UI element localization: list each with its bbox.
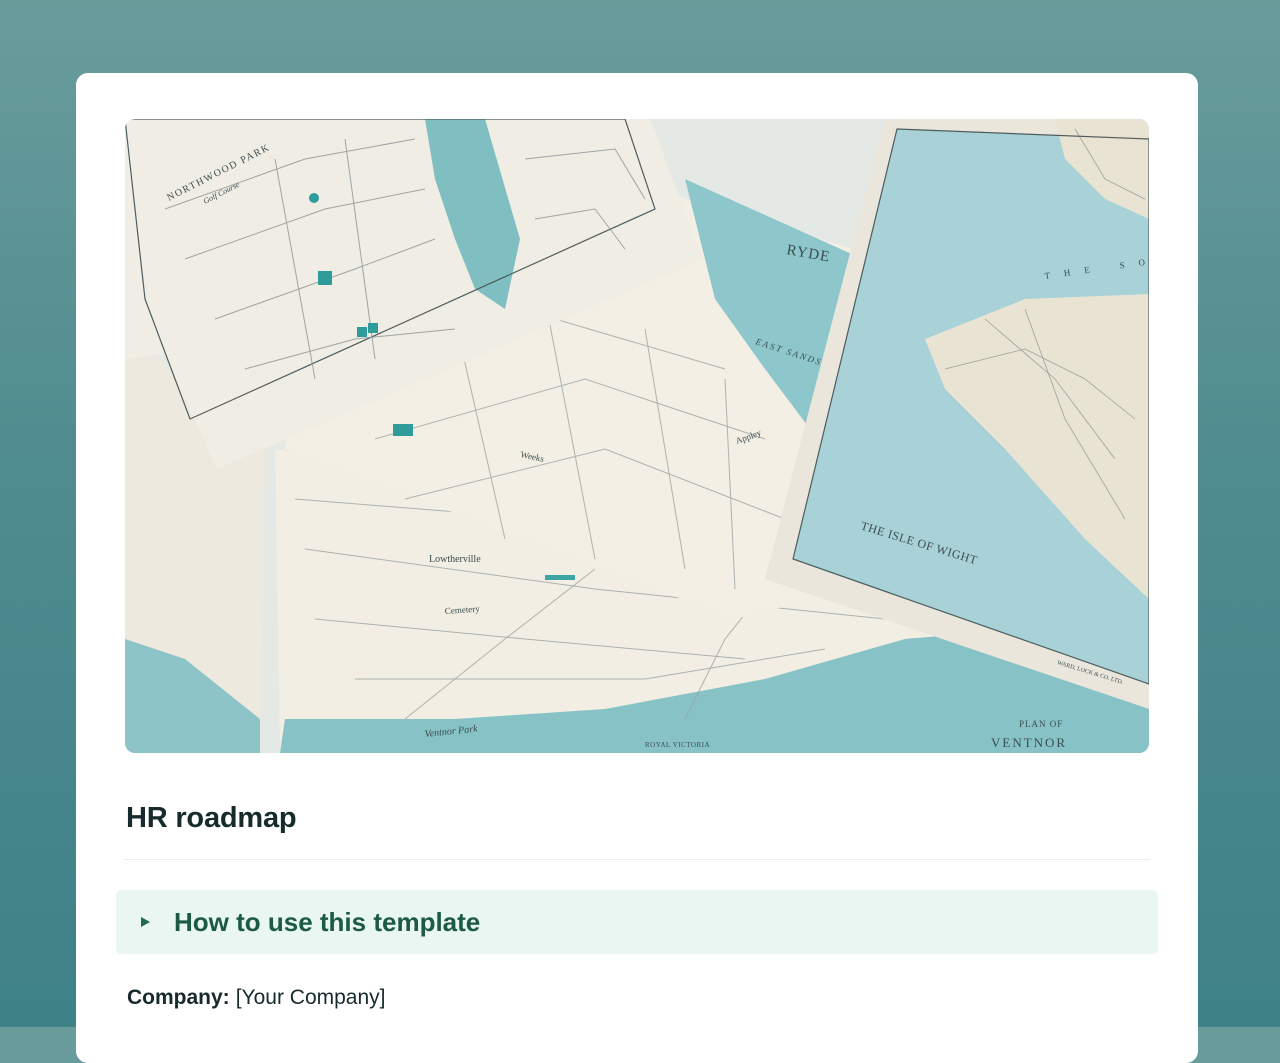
page-title: HR roadmap xyxy=(126,802,297,834)
company-field-key: Company: xyxy=(127,986,230,1009)
map-label-plan-of: PLAN OF xyxy=(1019,719,1063,729)
template-card: NORTHWOOD PARK Golf Course RYDE EAST SAN… xyxy=(76,73,1198,1063)
map-label-lowtherville: Lowtherville xyxy=(429,554,481,565)
map-label-royal-victoria: ROYAL VICTORIA xyxy=(645,741,710,749)
expand-label: How to use this template xyxy=(174,906,481,937)
cover-image: NORTHWOOD PARK Golf Course RYDE EAST SAN… xyxy=(125,119,1149,753)
company-field: Company: [Your Company] xyxy=(127,986,386,1010)
title-divider xyxy=(124,859,1150,860)
how-to-use-expand[interactable]: How to use this template xyxy=(116,890,1158,954)
company-field-value[interactable]: [Your Company] xyxy=(236,986,386,1009)
maps-photo: NORTHWOOD PARK Golf Course RYDE EAST SAN… xyxy=(125,119,1149,753)
caret-right-icon[interactable] xyxy=(141,917,150,927)
map-label-ventnor: VENTNOR xyxy=(991,735,1067,750)
